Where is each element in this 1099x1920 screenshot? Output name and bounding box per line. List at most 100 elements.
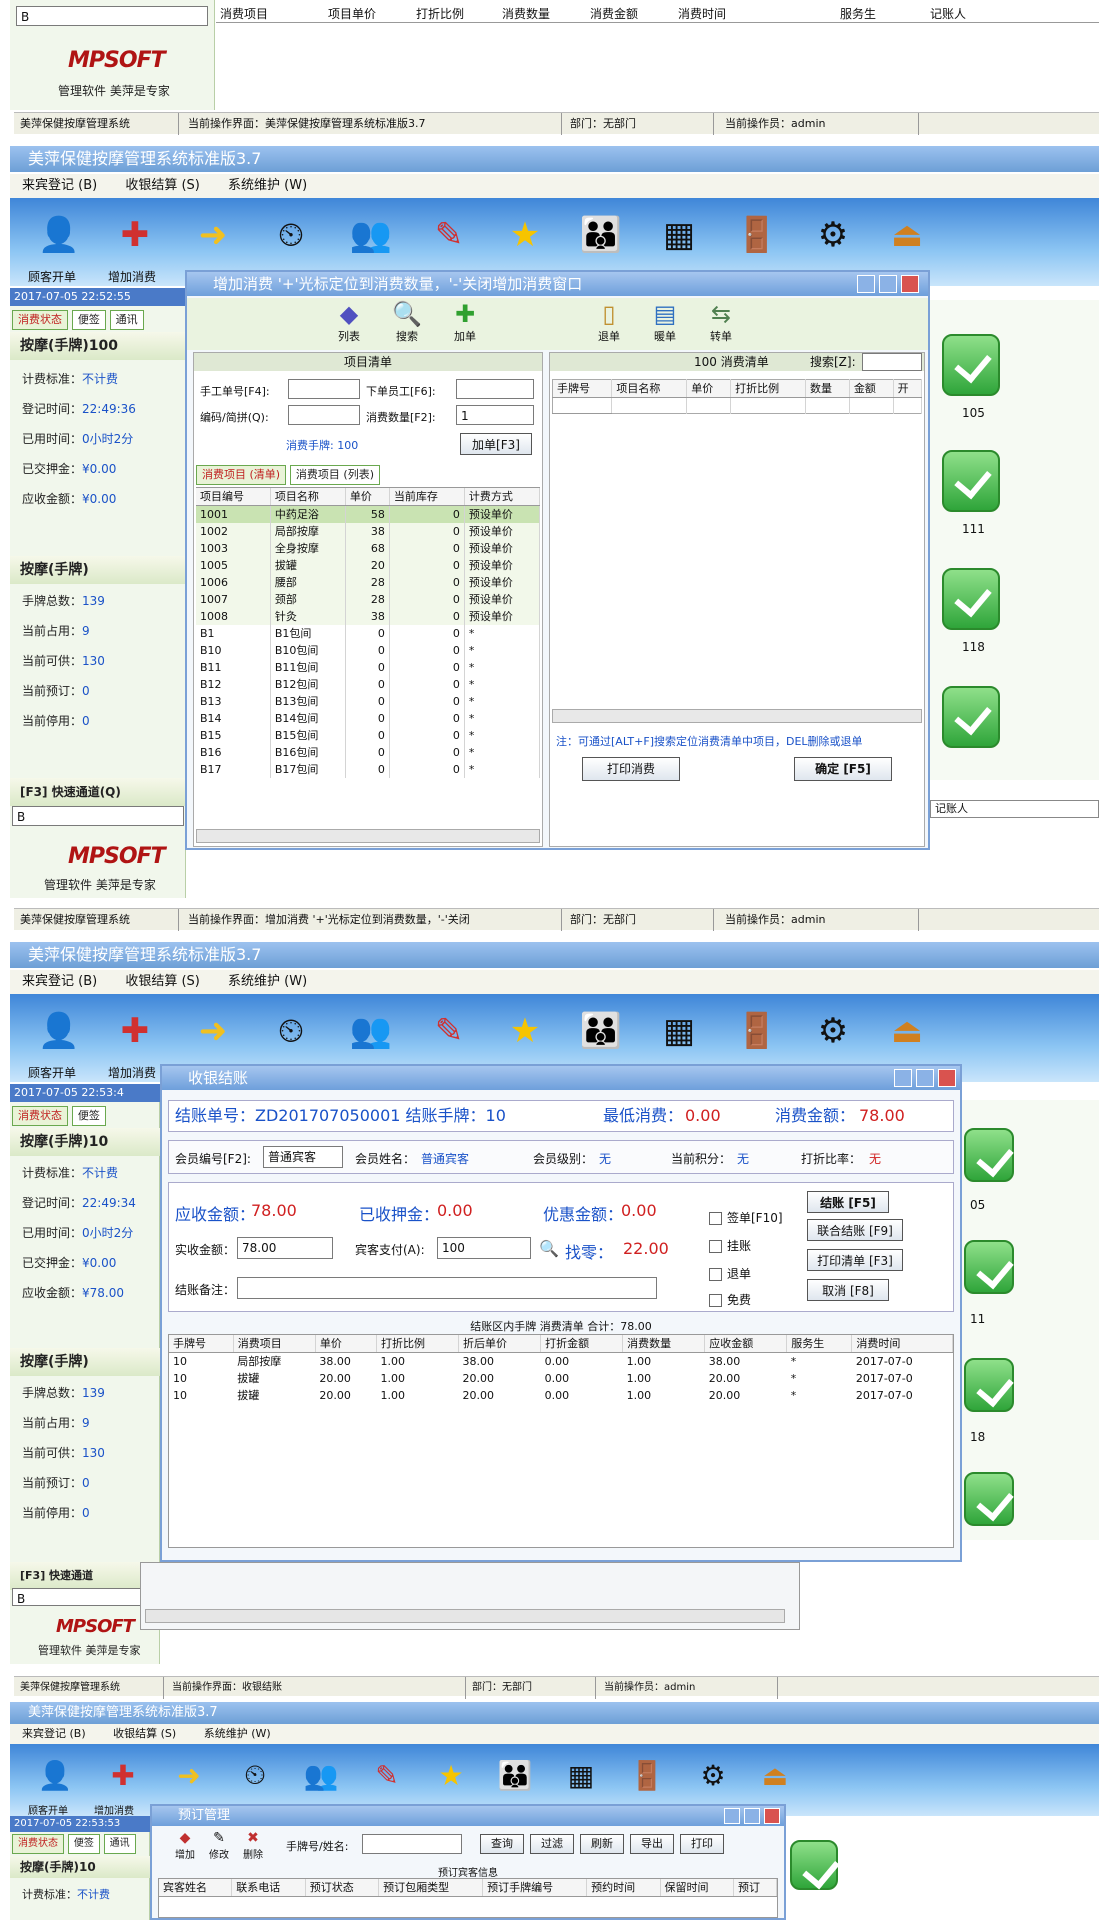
item-row[interactable]: 1006 腰部 28 0 预设单价 [196,574,540,591]
ticket-icon[interactable]: ✎ [422,1004,476,1058]
item-row[interactable]: 1003 全身按摩 68 0 预设单价 [196,540,540,557]
clock-icon[interactable]: ⏲ [264,208,318,262]
room-card-icon[interactable] [942,450,1000,512]
reserve-query-button[interactable]: 查询 [480,1834,524,1854]
calculator-icon[interactable]: ▦ [554,1748,608,1802]
tab-item-list[interactable]: 消费项目 (清单) [196,465,287,485]
item-row[interactable]: B12 B12包间 0 0 * [196,676,540,693]
guest-pay-input[interactable]: 100 [437,1237,531,1259]
room-card-icon[interactable] [790,1840,838,1890]
confirm-button[interactable]: 确定 [F5] [794,757,892,781]
add-order-tool[interactable]: ✚ 加单 [443,300,487,344]
guest-icon[interactable]: 👤 [28,1748,82,1802]
checkbox-return[interactable]: 退单 [709,1265,751,1282]
calculator-icon[interactable]: ▦ [652,1004,706,1058]
item-row[interactable]: 1001 中药足浴 58 0 预设单价 [196,505,540,523]
print-list-button[interactable]: 打印清单 [F3] [807,1249,903,1271]
checkbox-hang[interactable]: 挂账 [709,1237,751,1254]
ticket-icon[interactable]: ✎ [422,208,476,262]
staff-icon[interactable]: 👪 [574,208,628,262]
checkout-row[interactable]: 10 局部按摩 38.00 1.00 38.00 0.00 1.00 38.00 * 2017-0… [169,1353,953,1371]
cancel-button[interactable]: 取消 [F8] [807,1279,889,1301]
item-row[interactable]: B17 B17包间 0 0 * [196,761,540,778]
guest-icon[interactable]: 👤 [32,208,86,262]
item-row[interactable]: 1002 局部按摩 38 0 预设单价 [196,523,540,540]
checkout-row[interactable]: 10 拔罐 20.00 1.00 20.00 0.00 1.00 20.00 * 2017-07-… [169,1370,953,1387]
menu-checkout[interactable]: 收银结算 (S) [125,974,200,989]
checkbox-free[interactable]: 免费 [709,1291,751,1308]
tab-notes[interactable]: 便签 [71,1106,106,1126]
members-icon[interactable]: 👥 [294,1748,348,1802]
close-icon[interactable] [938,1069,956,1087]
clock-icon[interactable]: ⏲ [264,1004,318,1058]
order-search-input[interactable] [862,353,922,371]
reserve-edit-tool[interactable]: ✎ 修改 [204,1830,234,1861]
menu-checkin[interactable]: 来宾登记 (B) [22,1727,86,1740]
manual-no-input[interactable] [288,379,360,399]
calculator-small-icon[interactable]: 🔍 [539,1239,559,1258]
tab-contacts[interactable]: 通讯 [109,310,144,330]
menu-checkin[interactable]: 来宾登记 (B) [22,178,97,193]
maximize-icon[interactable] [879,275,897,293]
tab-status[interactable]: 消费状态 [12,1834,64,1854]
members-icon[interactable]: 👥 [344,208,398,262]
close-icon[interactable] [764,1808,780,1824]
guest-icon[interactable]: 👤 [32,1004,86,1058]
room-card-icon[interactable] [964,1358,1014,1412]
item-row[interactable]: B1 B1包间 0 0 * [196,625,540,642]
minimize-icon[interactable] [894,1069,912,1087]
checkbox-sign[interactable]: 签单[F10] [709,1209,783,1226]
return-tool[interactable]: ▯ 退单 [587,300,631,344]
menu-system[interactable]: 系统维护 (W) [228,974,307,989]
arrow-icon[interactable]: ➜ [186,208,240,262]
quick-channel-input[interactable]: B [12,1588,152,1606]
exit-door-icon[interactable]: 🚪 [730,1004,784,1058]
remark-input[interactable] [237,1277,657,1299]
add-consume-icon[interactable]: ✚ [96,1748,150,1802]
tab-contacts[interactable]: 通讯 [103,1834,136,1854]
exit-icon[interactable]: ⏏ [880,208,934,262]
reserve-search-input[interactable] [362,1834,462,1854]
search-tool[interactable]: 🔍 搜索 [385,300,429,344]
room-card-icon[interactable] [964,1472,1014,1526]
star-icon[interactable]: ★ [498,1004,552,1058]
minimize-icon[interactable] [857,275,875,293]
room-card-icon[interactable] [942,568,1000,630]
gear-icon[interactable]: ⚙ [686,1748,740,1802]
exit-door-icon[interactable]: 🚪 [730,208,784,262]
room-card-icon[interactable] [964,1240,1014,1294]
maximize-icon[interactable] [916,1069,934,1087]
item-hscrollbar[interactable] [196,829,540,843]
members-icon[interactable]: 👥 [344,1004,398,1058]
transfer-tool[interactable]: ⇆ 转单 [699,300,743,344]
exit-door-icon[interactable]: 🚪 [620,1748,674,1802]
room-card-icon[interactable] [964,1128,1014,1182]
joint-checkout-button[interactable]: 联合结账 [F9] [807,1219,903,1241]
calculator-icon[interactable]: ▦ [652,208,706,262]
item-row[interactable]: B10 B10包间 0 0 * [196,642,540,659]
ticket-icon[interactable]: ✎ [360,1748,414,1802]
quick-channel-title[interactable]: [F3] 快速通道 [10,1562,160,1590]
staff-icon[interactable]: 👪 [488,1748,542,1802]
close-icon[interactable] [901,275,919,293]
maximize-icon[interactable] [744,1808,760,1824]
tab-status[interactable]: 消费状态 [12,310,68,330]
gear-icon[interactable]: ⚙ [806,208,860,262]
item-row[interactable]: B16 B16包间 0 0 * [196,744,540,761]
room-card-icon[interactable] [942,334,1000,396]
item-row[interactable]: 1008 针灸 38 0 预设单价 [196,608,540,625]
menu-system[interactable]: 系统维护 (W) [204,1727,271,1740]
tab-item-grid[interactable]: 消费项目 (列表) [289,465,381,485]
item-row[interactable]: B14 B14包间 0 0 * [196,710,540,727]
arrow-icon[interactable]: ➜ [186,1004,240,1058]
item-row[interactable]: B11 B11包间 0 0 * [196,659,540,676]
top-quick-input[interactable]: B [16,6,208,26]
menu-checkout[interactable]: 收银结算 (S) [125,178,200,193]
staff-icon[interactable]: 👪 [574,1004,628,1058]
item-row[interactable]: B15 B15包间 0 0 * [196,727,540,744]
tab-notes[interactable]: 便签 [67,1834,100,1854]
print-consume-button[interactable]: 打印消费 [582,757,680,781]
menu-checkin[interactable]: 来宾登记 (B) [22,974,97,989]
add-consume-icon[interactable]: ✚ [108,208,162,262]
list-tool[interactable]: ◆ 列表 [327,300,371,344]
